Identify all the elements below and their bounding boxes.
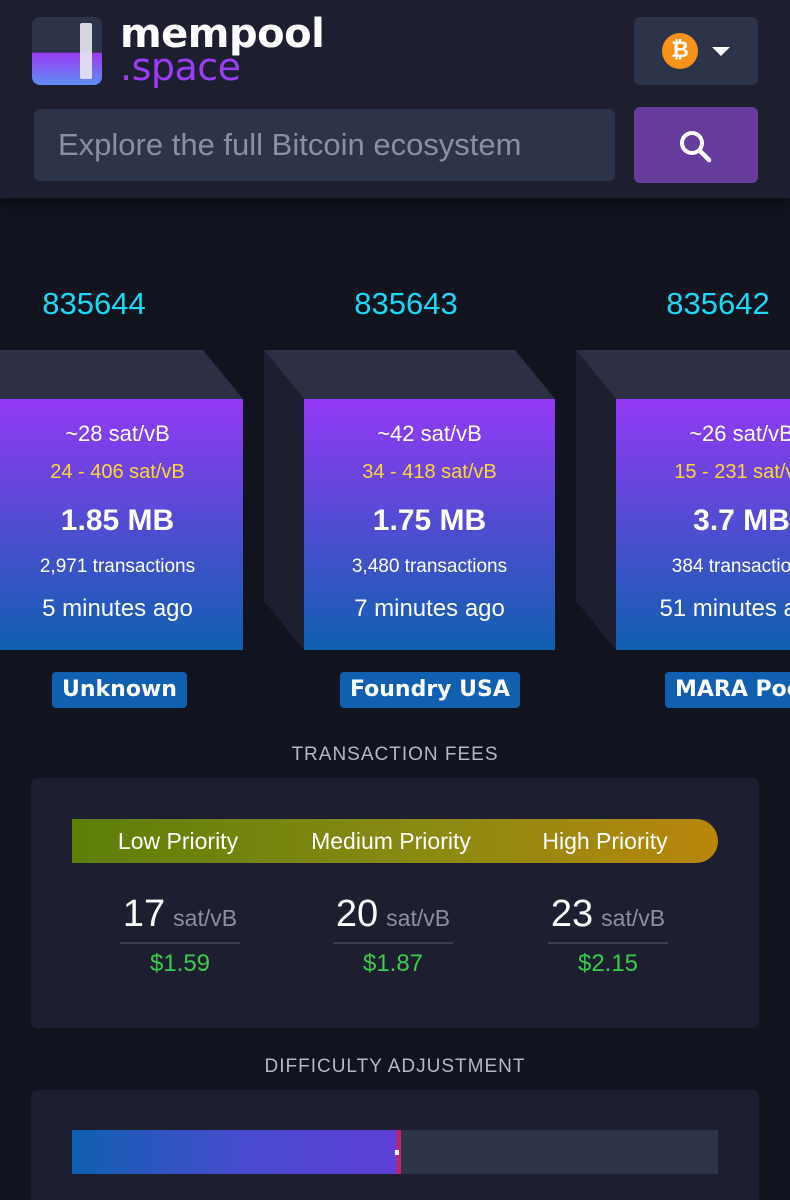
medium-priority-fee: 20 sat/vB $1.87 <box>333 893 453 978</box>
block-size: 3.7 MB <box>693 504 790 537</box>
search-button[interactable] <box>634 107 758 183</box>
block-tx-count: 2,971 transactions <box>39 556 196 577</box>
block-time-ago: 5 minutes ago <box>42 595 193 622</box>
block-fee-range: 15 - 231 sat/vB <box>674 461 790 483</box>
block-median-fee: ~26 sat/vB <box>689 421 790 446</box>
block-card[interactable]: ~28 sat/vB 24 - 406 sat/vB 1.85 MB 2,971… <box>0 350 243 650</box>
fee-usd: $2.15 <box>577 950 639 977</box>
fee-value: 20 <box>335 893 379 935</box>
low-priority-fee: 17 sat/vB $1.59 <box>120 893 240 978</box>
block-front: ~42 sat/vB 34 - 418 sat/vB 1.75 MB 3,480… <box>304 399 555 650</box>
high-priority-label: High Priority <box>542 828 668 854</box>
pool-badge[interactable]: MARA Pool <box>665 672 790 708</box>
block-fee-range: 24 - 406 sat/vB <box>50 461 185 483</box>
fee-unit: sat/vB <box>386 905 451 931</box>
logo-text-space[interactable]: .space <box>120 44 241 90</box>
block-size: 1.75 MB <box>372 504 487 537</box>
fee-value: 23 <box>550 893 594 935</box>
block-fee-range: 34 - 418 sat/vB <box>362 461 497 483</box>
fee-unit: sat/vB <box>173 905 238 931</box>
network-selector-button[interactable]: ₿ <box>634 17 758 85</box>
fee-usd: $1.87 <box>362 950 424 977</box>
page: mempool .space ₿ 835644 835643 835642 ~2… <box>0 0 790 1200</box>
header: mempool .space ₿ <box>0 0 790 198</box>
fee-unit: sat/vB <box>601 905 666 931</box>
difficulty-progress-bar <box>72 1130 718 1174</box>
difficulty-progress-fill <box>72 1130 401 1174</box>
block-tx-count: 384 transactions <box>671 556 790 577</box>
block-time-ago: 7 minutes ago <box>354 595 505 622</box>
caret-down-icon <box>712 47 730 56</box>
block-front: ~26 sat/vB 15 - 231 sat/vB 3.7 MB 384 tr… <box>616 399 790 650</box>
difficulty-marker-dot <box>395 1150 399 1155</box>
block-height-link[interactable]: 835643 <box>326 282 486 326</box>
block-height-link[interactable]: 835644 <box>14 282 174 326</box>
pool-badge[interactable]: Foundry USA <box>340 672 520 708</box>
block-card[interactable]: ~42 sat/vB 34 - 418 sat/vB 1.75 MB 3,480… <box>264 350 555 650</box>
fee-usd: $1.59 <box>149 950 211 977</box>
block-median-fee: ~28 sat/vB <box>65 421 170 446</box>
block-median-fee: ~42 sat/vB <box>377 421 482 446</box>
mempool-logo-icon[interactable] <box>32 17 102 85</box>
transaction-fees-title: TRANSACTION FEES <box>291 744 499 765</box>
bitcoin-icon: ₿ <box>662 33 698 69</box>
block-front: ~28 sat/vB 24 - 406 sat/vB 1.85 MB 2,971… <box>0 399 243 650</box>
logo-bar <box>80 23 92 79</box>
block-time-ago: 51 minutes ago <box>659 595 790 622</box>
search-input[interactable] <box>34 109 615 181</box>
block-size: 1.85 MB <box>60 504 175 537</box>
block-card[interactable]: ~26 sat/vB 15 - 231 sat/vB 3.7 MB 384 tr… <box>576 350 790 650</box>
block-tx-count: 3,480 transactions <box>351 556 508 577</box>
fee-priority-bar: Low Priority Medium Priority High Priori… <box>72 819 718 863</box>
difficulty-adjustment-title: DIFFICULTY ADJUSTMENT <box>264 1056 526 1077</box>
low-priority-label: Low Priority <box>117 828 239 854</box>
block-height-link[interactable]: 835642 <box>638 282 790 326</box>
medium-priority-label: Medium Priority <box>311 828 471 854</box>
search-icon <box>680 131 712 163</box>
fee-value: 17 <box>122 893 166 935</box>
pool-badge[interactable]: Unknown <box>52 672 187 708</box>
high-priority-fee: 23 sat/vB $2.15 <box>548 893 668 978</box>
